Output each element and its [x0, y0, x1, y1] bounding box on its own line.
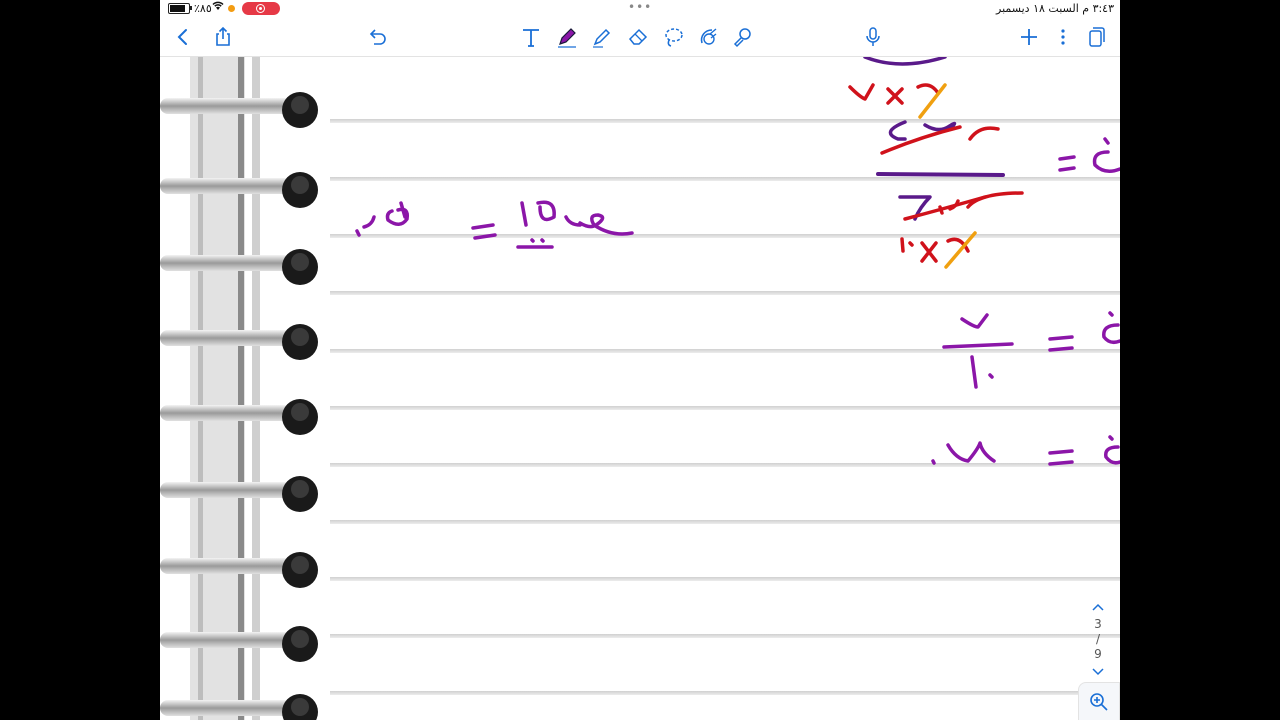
back-icon[interactable]: [170, 24, 196, 50]
handwriting-ink: [355, 57, 1120, 466]
screen-recording-button[interactable]: [242, 2, 280, 15]
undo-icon[interactable]: [364, 24, 390, 50]
pages-icon[interactable]: [1082, 24, 1108, 50]
battery-percent: ٪٨٥: [194, 2, 212, 15]
status-datetime: ٣:٤٣ م السبت ١٨ ديسمبر: [996, 2, 1114, 15]
highlighter-icon[interactable]: [589, 24, 615, 50]
lasso-icon[interactable]: [660, 24, 686, 50]
more-icon[interactable]: [1050, 24, 1076, 50]
stickers-icon[interactable]: [730, 24, 756, 50]
text-tool-icon[interactable]: [518, 24, 544, 50]
ink-left-expression: [355, 200, 634, 249]
eraser-icon[interactable]: [625, 24, 651, 50]
mic-in-use-indicator: [228, 5, 235, 12]
share-icon[interactable]: [210, 24, 236, 50]
toolbar: [160, 18, 1120, 57]
current-page-number: 3: [1094, 617, 1102, 631]
previous-page-chevron-icon[interactable]: [1086, 597, 1110, 617]
multitasking-dots[interactable]: •••: [628, 0, 652, 14]
ink-fraction-work: [848, 57, 1120, 269]
shapes-icon[interactable]: [695, 24, 721, 50]
battery-tip: [190, 6, 192, 10]
status-bar: ٪٨٥ ••• ٣:٤٣ م السبت ١٨ ديسمبر: [160, 0, 1120, 18]
total-page-count: 9: [1094, 647, 1102, 661]
add-page-icon[interactable]: [1016, 24, 1042, 50]
wifi-icon: [212, 1, 224, 14]
notebook-page[interactable]: 3 / 9: [160, 57, 1120, 720]
ipad-screen: ٪٨٥ ••• ٣:٤٣ م السبت ١٨ ديسمبر 3 / 9: [160, 0, 1120, 720]
zoom-magnifier-icon[interactable]: [1078, 682, 1120, 720]
battery-icon: [168, 3, 190, 14]
microphone-icon[interactable]: [860, 24, 886, 50]
pen-icon[interactable]: [554, 24, 580, 50]
ink-decimal: [931, 435, 1120, 466]
ink-seven-tenths: [942, 311, 1120, 389]
next-page-chevron-icon[interactable]: [1086, 662, 1110, 682]
page-separator: /: [1095, 632, 1101, 646]
